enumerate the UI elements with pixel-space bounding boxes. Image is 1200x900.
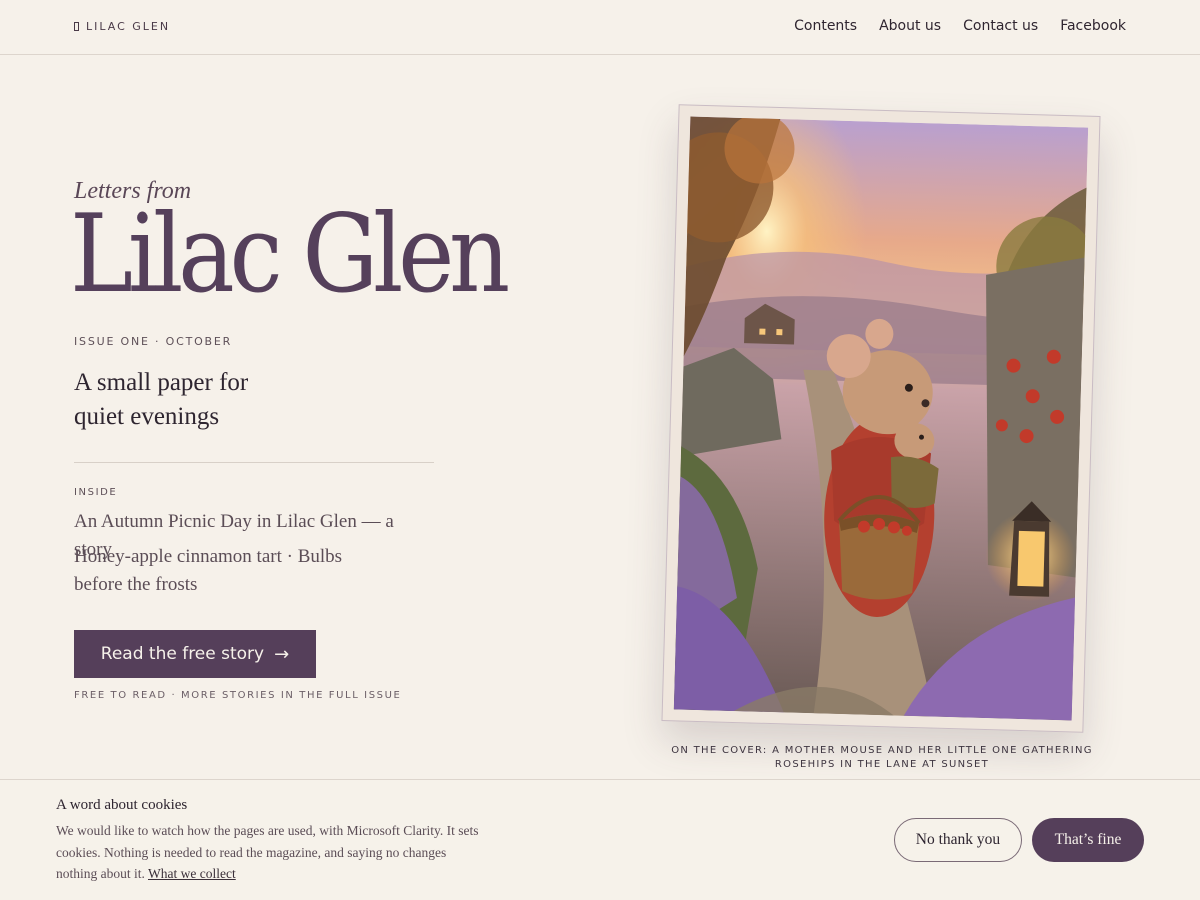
magazine-cover (661, 104, 1101, 733)
decline-cookies-button[interactable]: No thank you (894, 818, 1022, 862)
accept-cookies-button[interactable]: That’s fine (1032, 818, 1144, 862)
brand-name: LILAC GLEN (86, 20, 171, 33)
what-we-collect-link[interactable]: What we collect (148, 866, 236, 881)
main-nav: Contents About us Contact us Facebook (794, 18, 1126, 34)
tagline: A small paper for quiet evenings (74, 366, 374, 434)
cookie-body: We would like to watch how the pages are… (56, 823, 479, 881)
site-header: LILAC GLEN Contents About us Contact us … (0, 0, 1200, 55)
nav-facebook[interactable]: Facebook (1060, 18, 1126, 34)
inside-item-recipes: Honey-apple cinnamon tart · Bulbs before… (74, 546, 343, 595)
cookie-banner: A word about cookies We would like to wa… (0, 779, 1200, 900)
square-mark-icon (74, 22, 79, 31)
cover-caption: ON THE COVER: A MOTHER MOUSE AND HER LIT… (671, 745, 1093, 770)
cta-label: Read the free story (100, 644, 265, 664)
read-free-story-button[interactable]: Read the free story → (74, 630, 316, 678)
tagline-line-1: A small paper for (74, 369, 249, 396)
cookie-text: We would like to watch how the pages are… (56, 820, 486, 885)
cover-illustration (673, 116, 1089, 721)
brand-logo[interactable]: LILAC GLEN (74, 20, 170, 33)
nav-contents[interactable]: Contents (794, 18, 857, 34)
cookie-title: A word about cookies (56, 797, 188, 813)
free-note: FREE TO READ · MORE STORIES IN THE FULL … (74, 690, 402, 701)
inside-label: INSIDE (74, 487, 118, 498)
page-title: Lilac Glen (70, 192, 510, 317)
issue-label: ISSUE ONE · OCTOBER (74, 335, 233, 348)
divider (74, 462, 434, 463)
nav-about-us[interactable]: About us (879, 18, 941, 34)
nav-contact-us[interactable]: Contact us (963, 18, 1038, 34)
arrow-right-icon: → (274, 643, 290, 665)
tagline-line-2: quiet evenings (74, 403, 220, 430)
